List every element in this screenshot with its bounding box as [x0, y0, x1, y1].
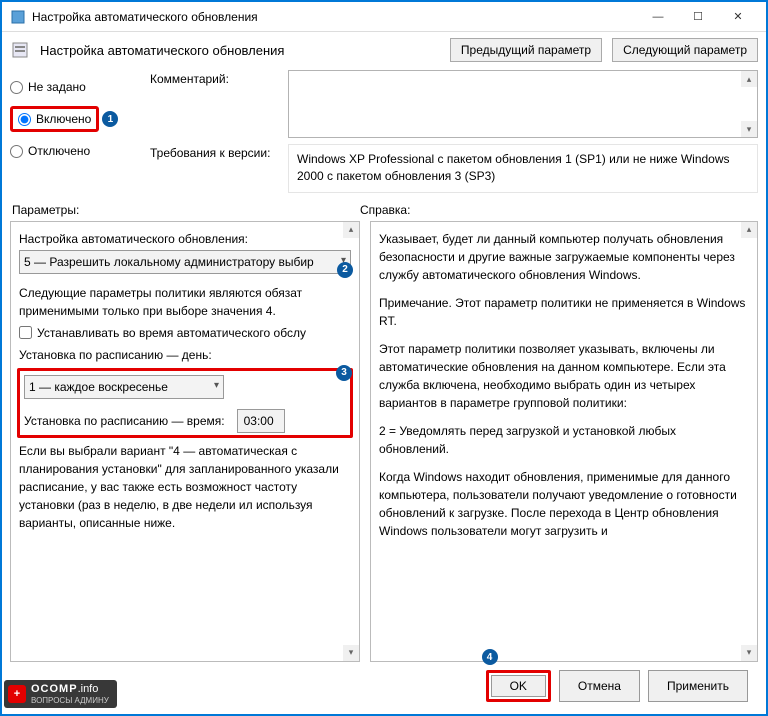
scroll-up-icon[interactable]: ▴: [741, 222, 757, 238]
annotation-badge-1: 1: [102, 111, 118, 127]
radio-disabled[interactable]: Отключено: [10, 144, 140, 158]
radio-disabled-label: Отключено: [28, 144, 90, 158]
help-p5: Когда Windows находит обновления, примен…: [379, 468, 749, 540]
radio-enabled-label: Включено: [36, 112, 91, 126]
help-p2: Примечание. Этот параметр политики не пр…: [379, 294, 749, 330]
scroll-down-icon[interactable]: ▾: [741, 645, 757, 661]
options-tail-text: Если вы выбрали вариант "4 — автоматичес…: [19, 442, 351, 532]
minimize-button[interactable]: —: [638, 3, 678, 31]
comment-textarea[interactable]: ▴ ▾: [288, 70, 758, 138]
update-mode-dropdown[interactable]: 5 — Разрешить локальному администратору …: [19, 250, 351, 274]
state-radio-group: Не задано Включено 1 Отключено: [10, 70, 140, 193]
radio-not-configured[interactable]: Не задано: [10, 80, 140, 94]
schedule-day-dropdown[interactable]: 1 — каждое воскресенье: [24, 375, 224, 399]
previous-setting-button[interactable]: Предыдущий параметр: [450, 38, 602, 62]
maintenance-checkbox[interactable]: [19, 326, 32, 339]
ok-button[interactable]: OK: [491, 675, 546, 697]
dialog-footer: 4 OK Отмена Применить: [10, 662, 758, 710]
logo-brand: OCOMP: [31, 683, 78, 695]
radio-enabled[interactable]: Включено: [10, 106, 99, 132]
options-panel: Настройка автоматического обновления: 5 …: [10, 221, 360, 662]
apply-button[interactable]: Применить: [648, 670, 748, 702]
scroll-down-icon[interactable]: ▾: [343, 645, 359, 661]
radio-not-configured-label: Не задано: [28, 80, 86, 94]
schedule-highlight: 3 1 — каждое воскресенье Установка по ра…: [17, 368, 353, 438]
help-scrollbar[interactable]: ▴ ▾: [741, 222, 757, 661]
logo-suffix: .info: [78, 683, 99, 695]
logo-tagline: ВОПРОСЫ АДМИНУ: [31, 696, 109, 705]
maximize-button[interactable]: ☐: [678, 3, 718, 31]
requirements-text: Windows XP Professional с пакетом обновл…: [288, 144, 758, 193]
maintenance-checkbox-row[interactable]: Устанавливать во время автоматического о…: [19, 324, 351, 342]
schedule-time-input[interactable]: 03:00: [237, 409, 285, 433]
plus-icon: +: [8, 685, 26, 703]
comment-scrollbar[interactable]: ▴ ▾: [741, 71, 757, 137]
options-section-label: Параметры:: [10, 203, 360, 217]
window-title: Настройка автоматического обновления: [32, 10, 638, 24]
policy-title: Настройка автоматического обновления: [40, 43, 440, 58]
help-p3: Этот параметр политики позволяет указыва…: [379, 340, 749, 412]
titlebar: Настройка автоматического обновления — ☐…: [2, 2, 766, 32]
next-setting-button[interactable]: Следующий параметр: [612, 38, 758, 62]
options-heading: Настройка автоматического обновления:: [19, 230, 351, 248]
radio-not-configured-input[interactable]: [10, 81, 23, 94]
radio-enabled-input[interactable]: [18, 113, 31, 126]
help-panel: Указывает, будет ли данный компьютер пол…: [370, 221, 758, 662]
cancel-button[interactable]: Отмена: [559, 670, 640, 702]
scroll-down-icon[interactable]: ▾: [741, 121, 757, 137]
policy-icon: [10, 40, 30, 60]
schedule-time-label: Установка по расписанию — время:: [24, 412, 225, 430]
scroll-up-icon[interactable]: ▴: [741, 71, 757, 87]
help-p4: 2 = Уведомлять перед загрузкой и установ…: [379, 422, 749, 458]
options-scrollbar[interactable]: ▴ ▾: [343, 222, 359, 661]
watermark-logo: + OCOMP.info ВОПРОСЫ АДМИНУ: [4, 680, 117, 708]
dialog-window: Настройка автоматического обновления — ☐…: [0, 0, 768, 716]
policy-note-text: Следующие параметры политики являются об…: [19, 284, 351, 320]
comment-label: Комментарий:: [150, 70, 280, 138]
requirements-label: Требования к версии:: [150, 144, 280, 193]
app-icon: [10, 9, 26, 25]
annotation-badge-4: 4: [482, 649, 498, 665]
help-section-label: Справка:: [360, 203, 410, 217]
help-p1: Указывает, будет ли данный компьютер пол…: [379, 230, 749, 284]
maintenance-checkbox-label: Устанавливать во время автоматического о…: [37, 324, 306, 342]
radio-disabled-input[interactable]: [10, 145, 23, 158]
scroll-up-icon[interactable]: ▴: [343, 222, 359, 238]
close-button[interactable]: ✕: [718, 3, 758, 31]
schedule-day-label: Установка по расписанию — день:: [19, 346, 351, 364]
